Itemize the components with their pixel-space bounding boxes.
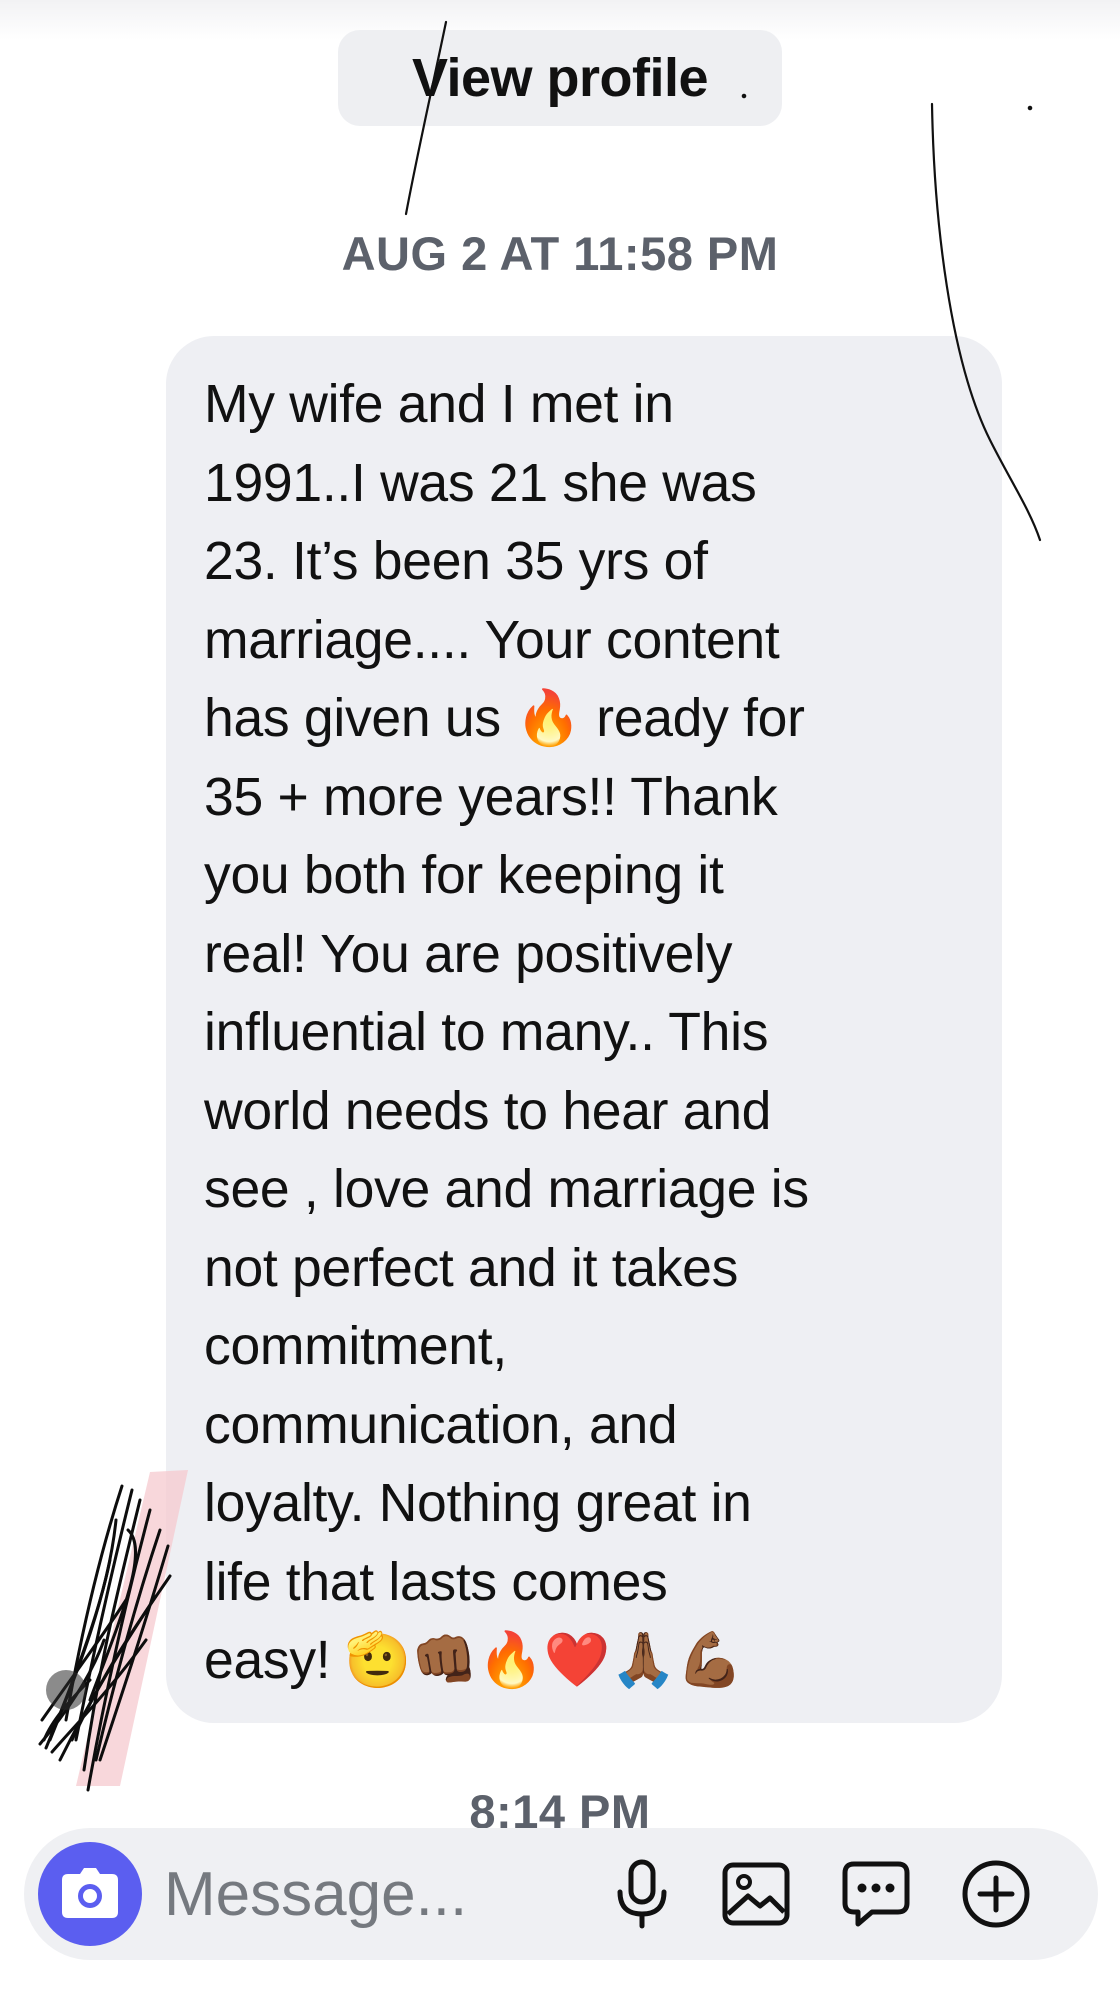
gallery-button[interactable] bbox=[716, 1854, 796, 1934]
message-composer bbox=[24, 1828, 1098, 1960]
camera-icon bbox=[62, 1868, 118, 1918]
message-input[interactable] bbox=[164, 1852, 604, 1936]
microphone-icon bbox=[617, 1859, 667, 1929]
view-profile-button[interactable]: View profile bbox=[338, 30, 782, 126]
camera-button[interactable] bbox=[38, 1842, 142, 1946]
message-timestamp: AUG 2 AT 11:58 PM bbox=[341, 227, 779, 280]
gallery-icon bbox=[722, 1862, 790, 1926]
sticker-button[interactable] bbox=[836, 1854, 916, 1934]
message-text: My wife and I met in 1991..I was 21 she … bbox=[204, 375, 809, 1690]
sticker-icon bbox=[842, 1861, 910, 1927]
message-bubble[interactable]: My wife and I met in 1991..I was 21 she … bbox=[166, 336, 1002, 1723]
microphone-button[interactable] bbox=[602, 1854, 682, 1934]
plus-icon bbox=[962, 1860, 1030, 1928]
add-button[interactable] bbox=[956, 1854, 1036, 1934]
